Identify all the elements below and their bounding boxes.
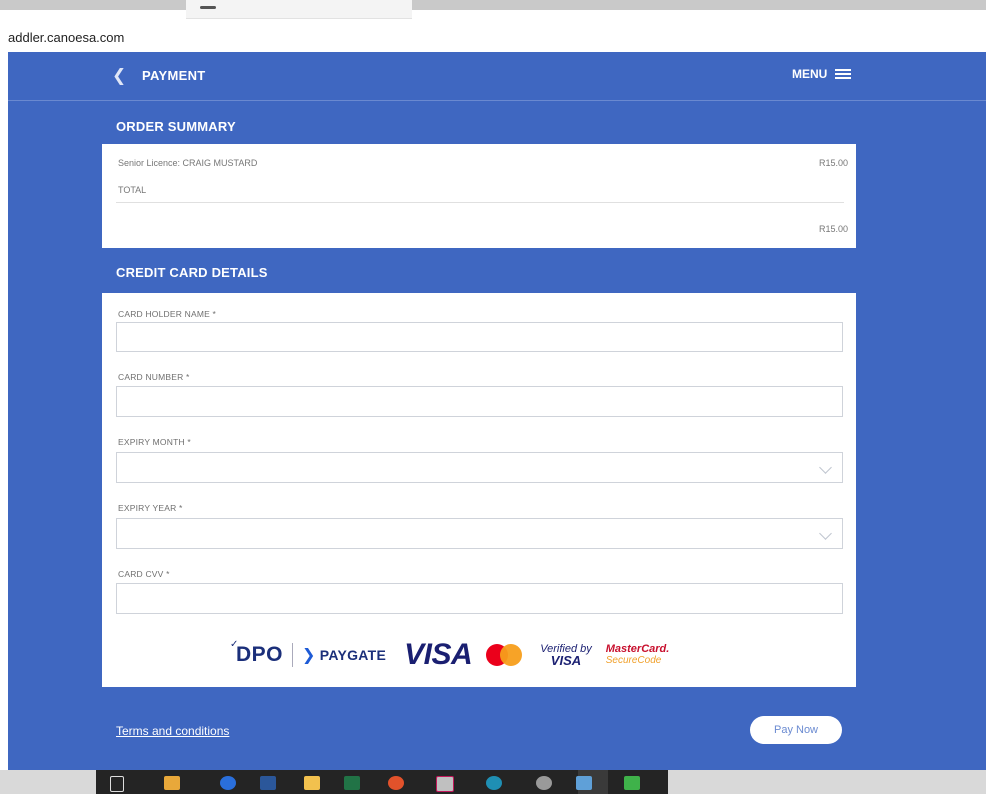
- card-holder-name-label: CARD HOLDER NAME *: [118, 309, 217, 319]
- pay-now-button[interactable]: Pay Now: [750, 716, 842, 744]
- page-title: PAYMENT: [142, 68, 206, 83]
- inactive-tab-area-right[interactable]: [412, 0, 986, 10]
- paygate-chevron-icon: ❯: [302, 647, 316, 664]
- menu-label: MENU: [792, 67, 828, 81]
- excel-icon[interactable]: [344, 776, 360, 790]
- card-cvv-label: CARD CVV *: [118, 569, 170, 579]
- browser-icon[interactable]: [486, 776, 502, 790]
- app-header: ❮ PAYMENT MENU: [8, 52, 986, 101]
- expiry-month-select[interactable]: [116, 452, 843, 483]
- paygate-logo: ❯ PAYGATE: [302, 647, 387, 664]
- card-holder-name-input[interactable]: [117, 323, 842, 351]
- menu-button[interactable]: MENU: [792, 67, 852, 81]
- photos-icon[interactable]: [576, 776, 592, 790]
- edge-icon[interactable]: [220, 776, 236, 790]
- chevron-left-icon[interactable]: ❮: [112, 66, 126, 86]
- total-label: TOTAL: [118, 185, 147, 195]
- card-number-label: CARD NUMBER *: [118, 372, 190, 382]
- logo-separator: [292, 643, 294, 667]
- visa-logo: VISA: [404, 638, 473, 671]
- verified-by-visa-logo: Verified by VISA: [540, 643, 592, 668]
- mastercard-logo-icon: [486, 642, 524, 668]
- expiry-month-label: EXPIRY MONTH *: [118, 437, 191, 447]
- order-item-amount: R15.00: [818, 158, 848, 168]
- card-number-field[interactable]: [116, 386, 843, 417]
- calendar-app-icon[interactable]: [436, 776, 454, 792]
- card-holder-name-field[interactable]: [116, 322, 843, 352]
- settings-app-icon[interactable]: [536, 776, 552, 790]
- credit-card-title: CREDIT CARD DETAILS: [116, 265, 268, 280]
- card-cvv-field[interactable]: [116, 583, 843, 614]
- green-app-icon[interactable]: [624, 776, 640, 790]
- card-number-input[interactable]: [117, 387, 842, 416]
- browser-tabstrip: [0, 0, 986, 22]
- expiry-year-label: EXPIRY YEAR *: [118, 503, 183, 513]
- os-taskbar: [0, 770, 986, 794]
- order-summary-title: ORDER SUMMARY: [116, 119, 236, 134]
- address-bar[interactable]: addler.canoesa.com: [0, 22, 986, 52]
- credit-card-form: CARD HOLDER NAME * CARD NUMBER * EXPIRY …: [102, 293, 856, 687]
- chevron-down-icon: [819, 461, 832, 474]
- summary-divider: [116, 202, 844, 203]
- payment-logos: ✓ DPO ❯ PAYGATE VISA Verified by VISA Mast…: [230, 635, 670, 675]
- url-text[interactable]: addler.canoesa.com: [8, 30, 124, 45]
- tab-indicator: [200, 6, 216, 9]
- chrome-icon[interactable]: [388, 776, 404, 790]
- mastercard-securecode-logo: MasterCard. SecureCode: [605, 643, 670, 667]
- order-item-label: Senior Licence: CRAIG MUSTARD: [118, 158, 258, 168]
- chevron-down-icon: [819, 527, 832, 540]
- outlook-icon[interactable]: [164, 776, 180, 790]
- active-tab[interactable]: [186, 0, 412, 19]
- hamburger-icon: [835, 69, 852, 79]
- total-amount: R15.00: [818, 224, 848, 234]
- terms-link[interactable]: Terms and conditions: [116, 724, 229, 738]
- inactive-tab-area[interactable]: [0, 0, 186, 10]
- card-cvv-input[interactable]: [117, 584, 842, 613]
- order-summary-card: Senior Licence: CRAIG MUSTARD R15.00 TOT…: [102, 144, 856, 248]
- payment-app: ❮ PAYMENT MENU ORDER SUMMARY Senior Lice…: [8, 52, 986, 770]
- task-view-icon[interactable]: [110, 776, 124, 792]
- file-explorer-icon[interactable]: [304, 776, 320, 790]
- taskbar-icons: [96, 770, 668, 794]
- word-icon[interactable]: [260, 776, 276, 790]
- dpo-logo: ✓ DPO: [230, 639, 284, 666]
- expiry-year-select[interactable]: [116, 518, 843, 549]
